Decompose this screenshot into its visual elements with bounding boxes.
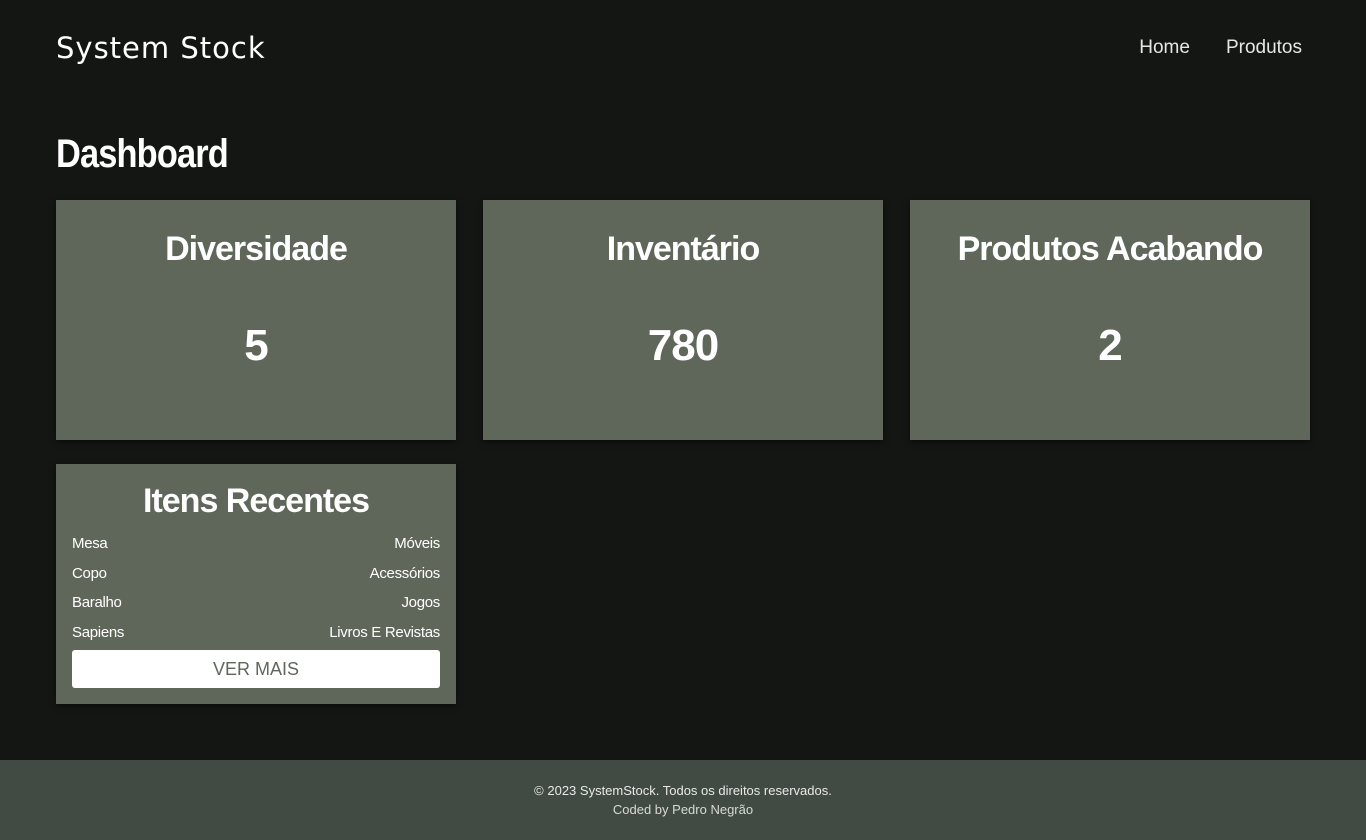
stat-card-value: 5: [244, 321, 268, 370]
recent-items-title: Itens Recentes: [143, 482, 370, 520]
nav-link-produtos[interactable]: Produtos: [1226, 36, 1302, 60]
footer-credit: Coded by Pedro Negrão: [612, 802, 754, 817]
site-header: System Stock Home Produtos: [0, 0, 1366, 96]
nav-link-home[interactable]: Home: [1139, 36, 1190, 60]
ver-mais-button[interactable]: VER MAIS: [72, 650, 440, 688]
recent-items-card: Itens Recentes Mesa Móveis Copo Acessóri…: [56, 464, 456, 704]
list-item: Sapiens Livros E Revistas: [72, 621, 440, 651]
stat-card-inventario: Inventário 780: [483, 200, 883, 440]
stat-card-title: Produtos Acabando: [957, 230, 1264, 268]
brand-logo[interactable]: System Stock: [56, 30, 266, 66]
main-nav: Home Produtos: [1139, 36, 1302, 60]
footer-copyright: © 2023 SystemStock. Todos os direitos re…: [534, 783, 832, 798]
stat-card-value: 2: [1098, 321, 1122, 370]
item-name: Copo: [72, 564, 107, 582]
item-category: Livros E Revistas: [329, 623, 440, 641]
list-item: Baralho Jogos: [72, 591, 440, 621]
item-category: Móveis: [394, 535, 440, 552]
item-name: Mesa: [72, 535, 108, 552]
stat-card-title: Inventário: [606, 230, 760, 268]
item-category: Jogos: [401, 594, 440, 611]
item-category: Acessórios: [369, 564, 441, 582]
item-name: Baralho: [72, 594, 122, 611]
recent-items-list: Mesa Móveis Copo Acessórios Baralho Jogo…: [72, 532, 440, 650]
stat-card-value: 780: [647, 321, 719, 370]
list-item: Copo Acessórios: [72, 562, 440, 592]
stat-card-diversidade: Diversidade 5: [56, 200, 456, 440]
page-title: Dashboard: [56, 132, 229, 176]
site-footer: © 2023 SystemStock. Todos os direitos re…: [0, 760, 1366, 840]
stat-card-produtos-acabando: Produtos Acabando 2: [910, 200, 1310, 440]
list-item: Mesa Móveis: [72, 532, 440, 562]
item-name: Sapiens: [72, 623, 125, 641]
stat-card-title: Diversidade: [165, 230, 348, 268]
